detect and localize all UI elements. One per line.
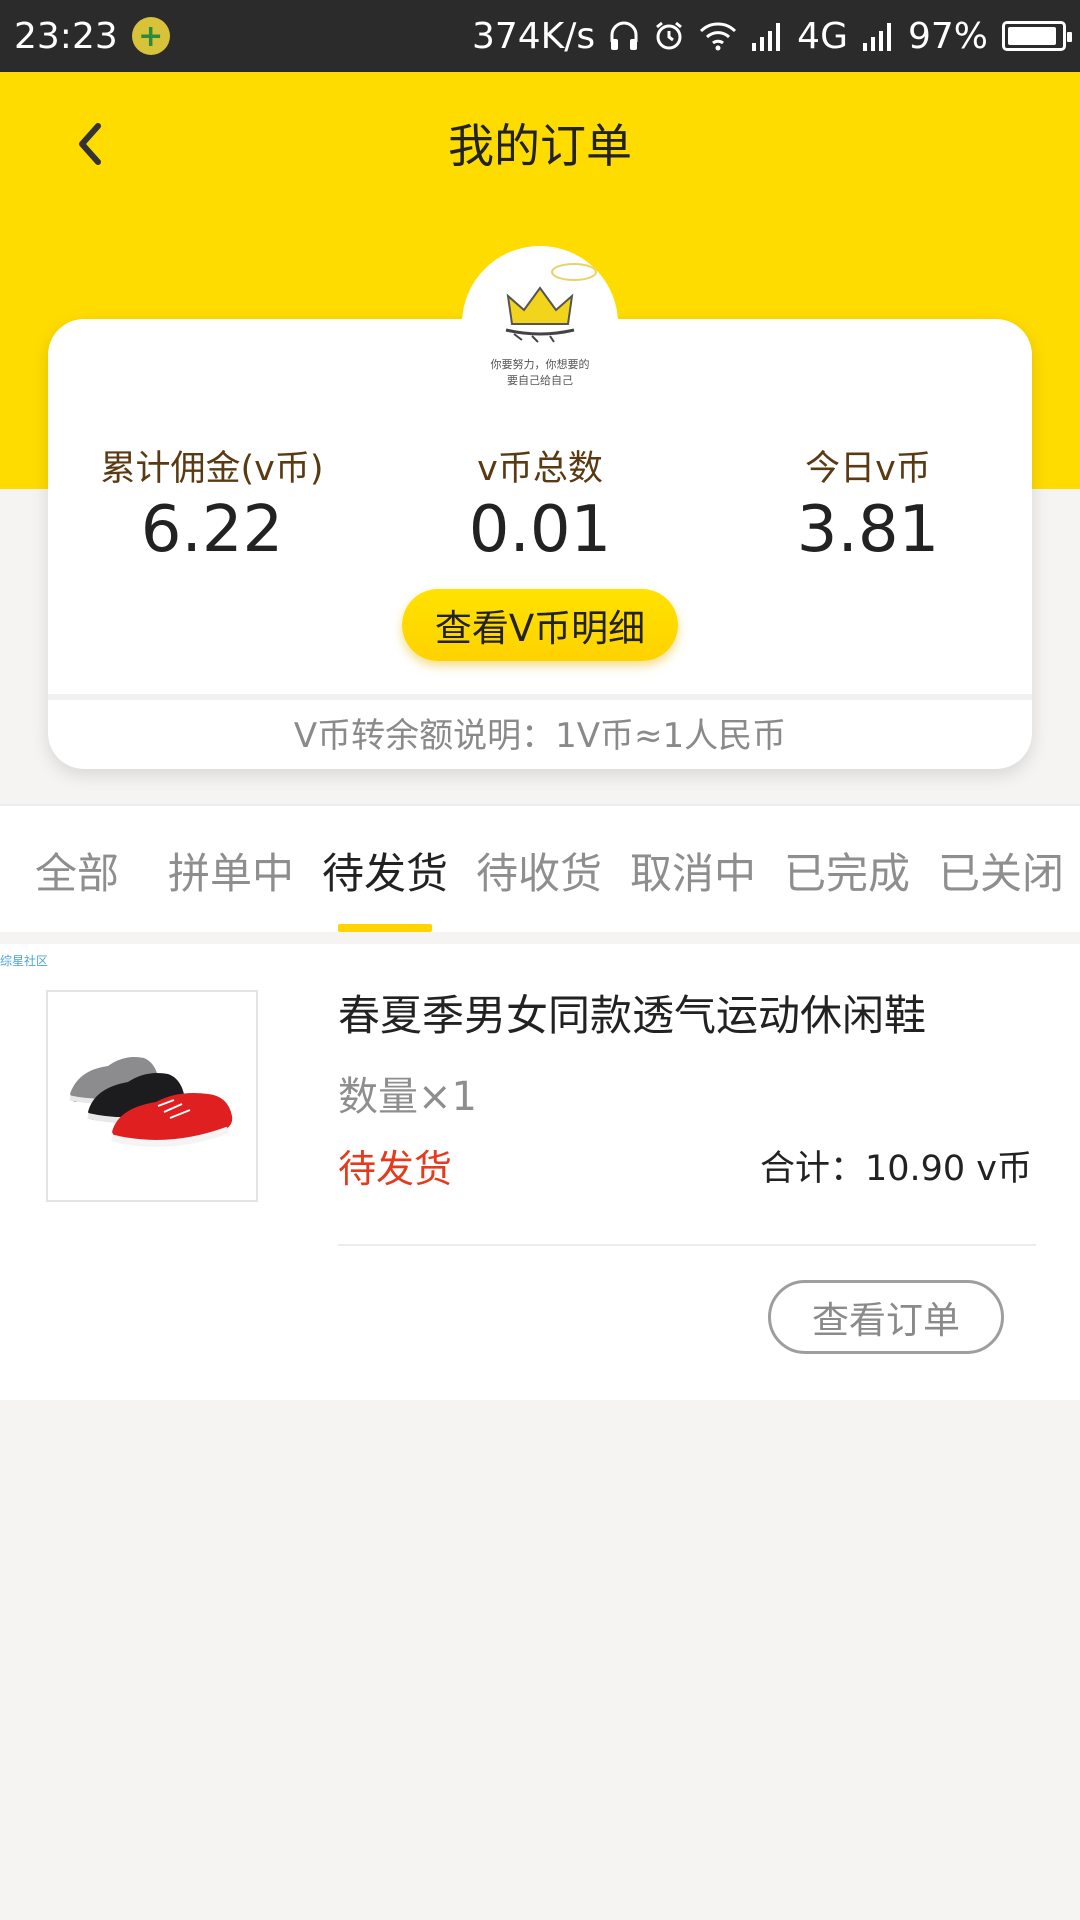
app-notification-icon: + — [131, 17, 170, 55]
stats-row: 累计佣金(v币) 6.22 v币总数 0.01 今日v币 3.81 — [48, 440, 1032, 580]
avatar-caption-2: 要自己给自己 — [507, 374, 573, 387]
stat-label: 累计佣金(v币) — [100, 449, 324, 489]
product-image[interactable] — [46, 990, 258, 1202]
active-tab-indicator — [338, 924, 432, 932]
avatar-caption-1: 你要努力，你想要的 — [491, 357, 590, 371]
battery-icon — [1002, 21, 1072, 51]
net-speed: 374K/s — [471, 15, 596, 57]
status-time: 23:23 — [14, 15, 118, 57]
order-total: 合计：10.90 v币 — [759, 1149, 1032, 1189]
stat-total-commission: 累计佣金(v币) 6.22 — [48, 440, 376, 567]
crown-logo-icon: 你要努力，你想要的 要自己给自己 — [462, 246, 618, 402]
avatar[interactable]: 你要努力，你想要的 要自己给自己 — [462, 246, 618, 402]
headphones-icon — [610, 21, 638, 50]
product-name[interactable]: 春夏季男女同款透气运动休闲鞋 — [338, 982, 926, 1043]
stat-today-v-coin: 今日v币 3.81 — [704, 440, 1032, 567]
status-bar: 23:23 + 374K/s 4G 97% — [0, 0, 1080, 72]
stat-value: 0.01 — [468, 493, 612, 567]
network-type: 4G — [797, 15, 848, 57]
stat-value: 6.22 — [140, 493, 284, 567]
tab-all[interactable]: 全部 — [2, 840, 152, 901]
signal-icon-2 — [862, 23, 891, 51]
tab-cancelling[interactable]: 取消中 — [618, 840, 768, 901]
tab-grouping[interactable]: 拼单中 — [156, 840, 306, 901]
order-status: 待发货 — [338, 1147, 453, 1191]
tab-closed[interactable]: 已关闭 — [926, 840, 1076, 901]
tab-to-ship[interactable]: 待发货 — [310, 840, 460, 901]
watermark: 综星社区 — [0, 954, 49, 968]
order-card[interactable]: 综星社区 春夏季男女同款透气运动休闲鞋 数量×1 待发货 合计：10.90 v币… — [0, 944, 1080, 1400]
signal-icon — [752, 23, 781, 51]
order-divider — [338, 1244, 1036, 1246]
sneakers-image — [69, 1057, 233, 1147]
stat-label: 今日v币 — [805, 449, 931, 489]
card-divider — [48, 694, 1032, 700]
wifi-icon — [700, 22, 737, 51]
quantity: 数量×1 — [338, 1074, 477, 1120]
exchange-rate-note: V币转余额说明：1V币≈1人民币 — [293, 716, 787, 756]
stat-value: 3.81 — [796, 493, 940, 567]
alarm-icon — [656, 21, 683, 50]
tab-to-receive[interactable]: 待收货 — [464, 840, 614, 901]
tab-completed[interactable]: 已完成 — [772, 840, 922, 901]
stat-v-coin-total: v币总数 0.01 — [376, 440, 704, 567]
view-v-coin-detail-button[interactable]: 查看V币明细 — [402, 589, 678, 661]
page-title: 我的订单 — [448, 119, 632, 173]
battery-percent: 97% — [907, 15, 988, 57]
view-order-button[interactable]: 查看订单 — [768, 1280, 1004, 1354]
stat-label: v币总数 — [477, 449, 603, 489]
order-status-tabs: 全部 拼单中 待发货 待收货 取消中 已完成 已关闭 — [0, 804, 1080, 932]
